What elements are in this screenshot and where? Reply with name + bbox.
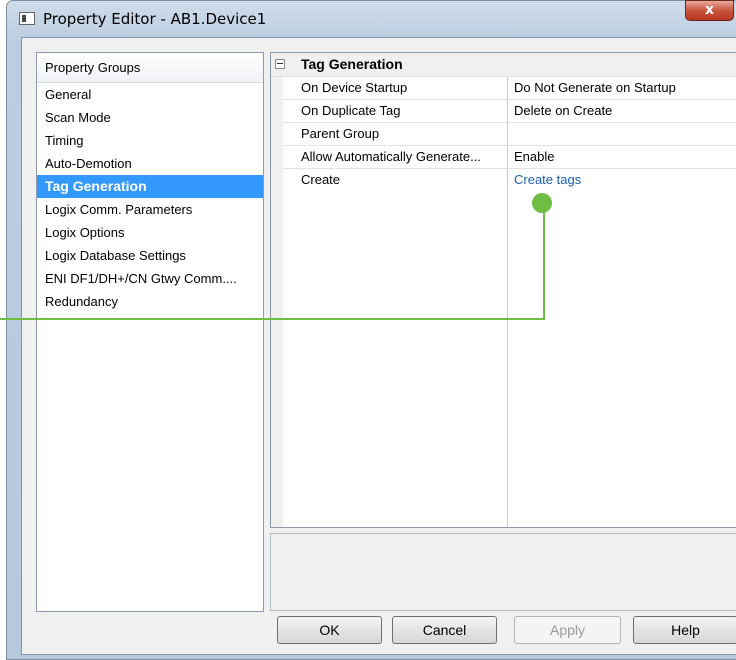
property-name: Parent Group: [301, 126, 380, 141]
group-item-redundancy[interactable]: Redundancy: [37, 290, 263, 313]
grid-left-margin: [271, 53, 283, 527]
callout-line-horizontal: [0, 318, 545, 320]
window-title: Property Editor - AB1.Device1: [43, 10, 267, 28]
property-row[interactable]: On Duplicate Tag Delete on Create: [283, 100, 736, 123]
property-editor-window: Property Editor - AB1.Device1 x Property…: [6, 0, 736, 660]
property-name: On Duplicate Tag: [301, 103, 401, 118]
close-button[interactable]: x: [685, 0, 734, 21]
help-button[interactable]: Help: [633, 616, 736, 644]
callout-line-vertical: [543, 203, 545, 320]
property-grid: Tag Generation On Device Startup Do Not …: [270, 52, 736, 528]
callout-dot-icon: [532, 193, 552, 213]
apply-button[interactable]: Apply: [514, 616, 621, 644]
property-value[interactable]: Delete on Create: [514, 103, 612, 118]
category-row-tag-generation[interactable]: Tag Generation: [271, 53, 736, 77]
group-item-logix-database-settings[interactable]: Logix Database Settings: [37, 244, 263, 267]
collapse-minus-icon[interactable]: [275, 59, 285, 69]
group-item-timing[interactable]: Timing: [37, 129, 263, 152]
property-value[interactable]: Enable: [514, 149, 554, 164]
property-groups-header: Property Groups: [37, 53, 263, 83]
group-item-auto-demotion[interactable]: Auto-Demotion: [37, 152, 263, 175]
group-item-eni-gateway-comm[interactable]: ENI DF1/DH+/CN Gtwy Comm....: [37, 267, 263, 290]
property-name: Allow Automatically Generate...: [301, 149, 481, 164]
property-groups-list[interactable]: Property Groups General Scan Mode Timing…: [36, 52, 264, 612]
property-name: Create: [301, 172, 341, 187]
property-row[interactable]: On Device Startup Do Not Generate on Sta…: [283, 77, 736, 100]
dialog-client-area: Property Groups General Scan Mode Timing…: [21, 37, 736, 655]
cancel-button[interactable]: Cancel: [392, 616, 497, 644]
description-panel: [270, 533, 736, 611]
ok-button[interactable]: OK: [277, 616, 382, 644]
group-item-tag-generation[interactable]: Tag Generation: [37, 175, 263, 198]
group-item-scan-mode[interactable]: Scan Mode: [37, 106, 263, 129]
app-window-icon: [19, 12, 35, 25]
title-bar[interactable]: Property Editor - AB1.Device1 x: [7, 0, 736, 37]
group-item-general[interactable]: General: [37, 83, 263, 106]
create-tags-link[interactable]: Create tags: [514, 172, 581, 187]
group-item-logix-options[interactable]: Logix Options: [37, 221, 263, 244]
property-row[interactable]: Create Create tags: [283, 169, 736, 192]
property-name: On Device Startup: [301, 80, 408, 95]
property-row[interactable]: Parent Group: [283, 123, 736, 146]
category-title: Tag Generation: [301, 56, 403, 72]
property-value[interactable]: Do Not Generate on Startup: [514, 80, 676, 95]
group-item-logix-comm-parameters[interactable]: Logix Comm. Parameters: [37, 198, 263, 221]
property-row[interactable]: Allow Automatically Generate... Enable: [283, 146, 736, 169]
